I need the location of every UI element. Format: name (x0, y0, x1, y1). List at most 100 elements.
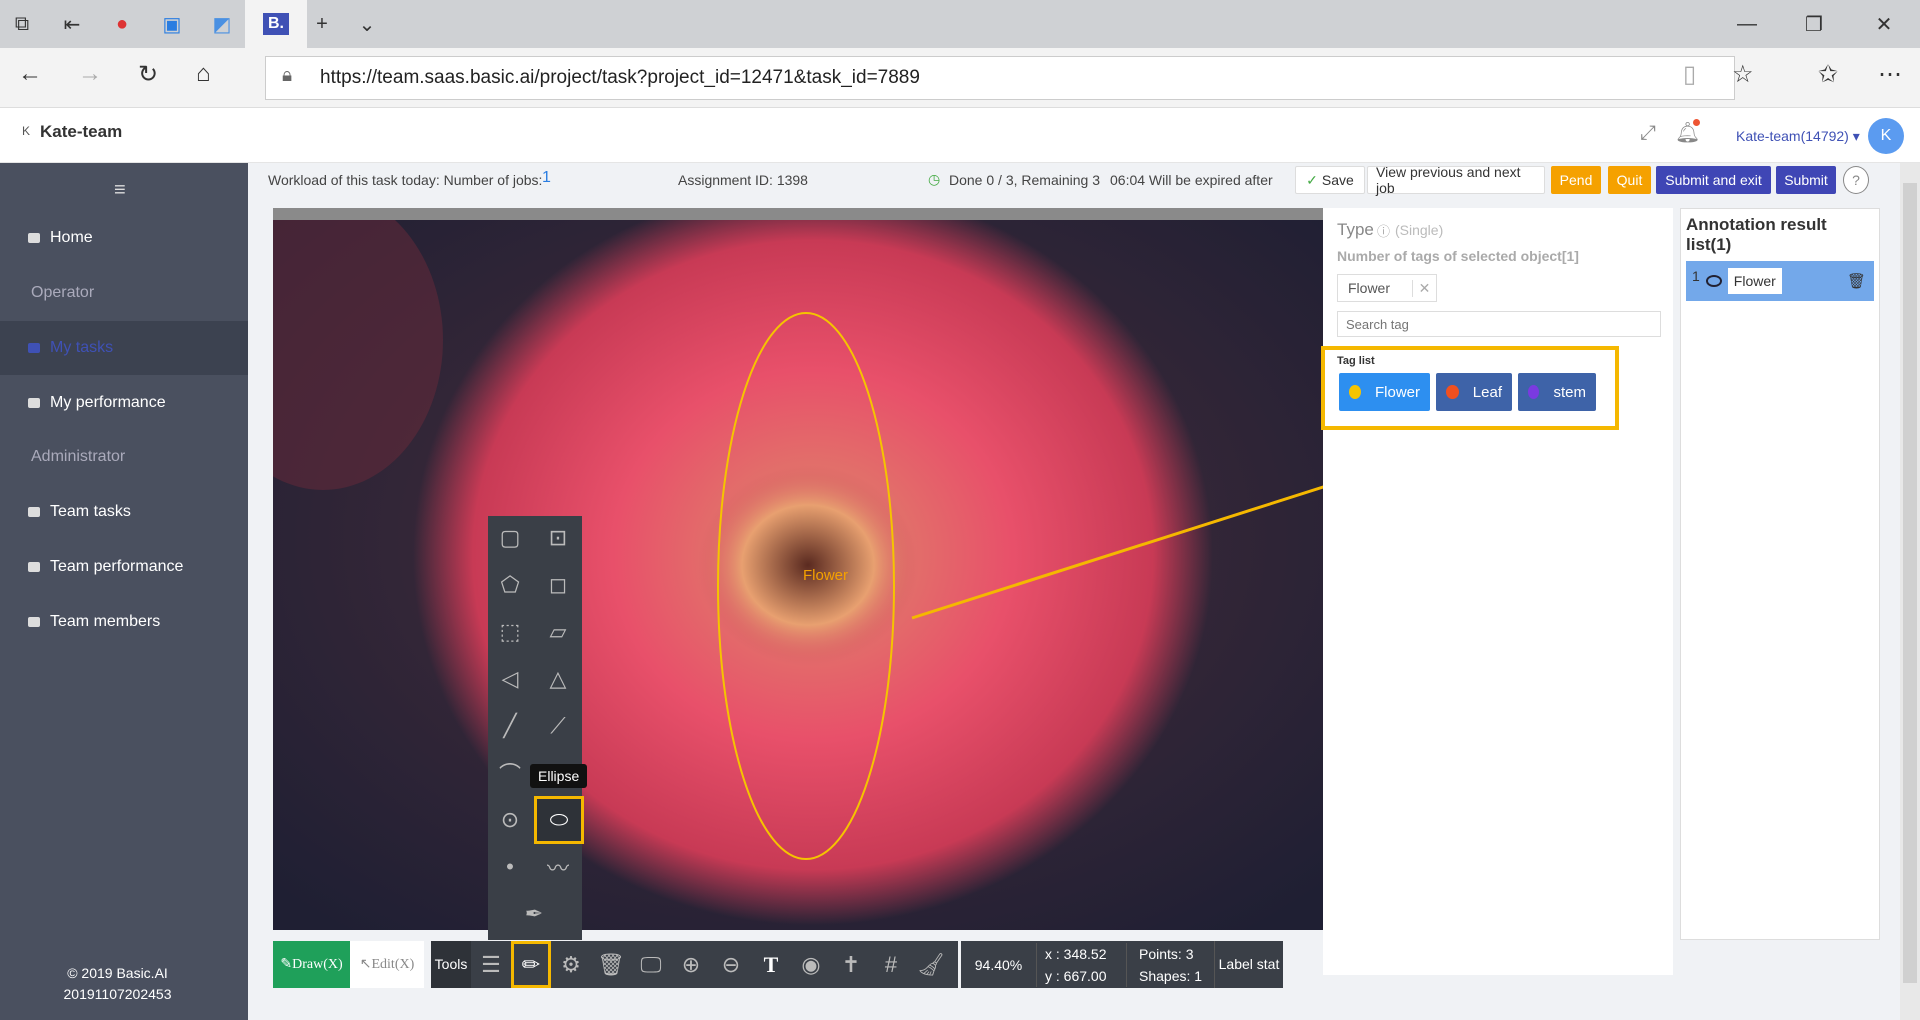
help-icon[interactable]: ? (1843, 166, 1869, 194)
tag-color-dot (1446, 385, 1459, 399)
sidebar-item-team-performance[interactable]: Team performance (0, 540, 248, 594)
tag-stem[interactable]: stem (1518, 373, 1596, 411)
annotation-label: Flower (803, 567, 848, 584)
circle-tool-icon[interactable]: ⊙ (492, 802, 528, 838)
save-button[interactable]: ✓ Save (1295, 166, 1365, 194)
url-input[interactable]: https://team.saas.basic.ai/project/task?… (265, 56, 1735, 100)
minimize-icon[interactable]: — (1725, 0, 1769, 48)
label-stat-button[interactable]: Label stat (1214, 941, 1283, 988)
pend-button[interactable]: Pend (1551, 166, 1601, 194)
text-icon[interactable]: T (751, 941, 791, 988)
tab-3[interactable]: ◩ (200, 0, 244, 48)
x-coord: x : 348.52 (1045, 945, 1107, 962)
curve-tool-icon[interactable]: ⌒ (492, 755, 528, 791)
point-rect-tool-icon[interactable]: ⊡ (540, 520, 576, 556)
quit-button[interactable]: Quit (1608, 166, 1651, 194)
annotation-canvas[interactable]: Flower (273, 208, 1323, 930)
tab-actions-icon[interactable]: ⧉ (0, 0, 44, 48)
reading-view-icon[interactable]: ▯ (1683, 60, 1696, 89)
tab-list-chevron-icon[interactable]: ⌄ (345, 0, 389, 48)
status-group: 94.40% x : 348.52 y : 667.00 Points: 3 Sha… (961, 941, 1283, 988)
tag-flower[interactable]: Flower (1339, 373, 1430, 411)
perspective-tool-icon[interactable]: ▱ (540, 614, 576, 650)
settings-sliders-icon[interactable]: ☰ (471, 941, 511, 988)
sidebar-item-my-performance[interactable]: My performance (0, 376, 248, 430)
search-tag-input[interactable] (1337, 311, 1661, 337)
lock-icon: 🔒︎ (282, 65, 293, 86)
zoom-in-icon[interactable]: ⊕ (671, 941, 711, 988)
submit-button[interactable]: Submit (1776, 166, 1836, 194)
polyline-tool-icon[interactable]: ⟋ (540, 708, 576, 744)
home-icon[interactable]: ⌂ (196, 60, 211, 88)
result-label[interactable]: Flower (1727, 268, 1782, 294)
restore-icon[interactable]: ❐ (1792, 0, 1836, 48)
menu-toggle-icon[interactable]: ≡ (114, 179, 126, 202)
more-icon[interactable]: ⋯ (1878, 60, 1902, 89)
pencil-icon[interactable]: ✏ (511, 941, 551, 988)
view-previous-next-button[interactable]: View previous and next job (1367, 164, 1545, 196)
quad-tool-icon[interactable]: ◻ (540, 567, 576, 603)
gear-icon[interactable]: ⚙ (551, 941, 591, 988)
fullscreen-icon[interactable]: ⤢ (1640, 122, 1656, 145)
address-bar-row: ← → ↻ ⌂ https://team.saas.basic.ai/proje… (0, 48, 1920, 108)
tag-leaf[interactable]: Leaf (1436, 373, 1512, 411)
close-window-icon[interactable]: ✕ (1862, 0, 1906, 48)
assignment-id: Assignment ID: 1398 (678, 172, 808, 188)
tooltip: Ellipse (530, 764, 588, 788)
draw-mode-button[interactable]: ✎ Draw(X) (273, 941, 350, 988)
refresh-icon[interactable]: ↻ (138, 60, 158, 89)
monitor-icon[interactable]: 🖵 (631, 941, 671, 988)
copyright: © 2019 Basic.AI (67, 965, 168, 981)
page-scrollbar[interactable] (1900, 163, 1920, 1020)
avatar[interactable]: K (1868, 118, 1904, 154)
tab-active[interactable]: B. (245, 0, 307, 48)
browser-tab-bar: ⧉ ⇤ ● ▣ ◩ B. + ⌄ — ❐ ✕ (0, 0, 1920, 48)
y-coord: y : 667.00 (1045, 967, 1107, 984)
folder-icon (28, 507, 40, 517)
back-icon[interactable]: ← (18, 60, 42, 88)
sidebar-item-home[interactable]: Home (0, 211, 248, 265)
tab-2[interactable]: ▣ (150, 0, 194, 48)
sidebar-item-team-tasks[interactable]: Team tasks (0, 485, 248, 539)
eye-icon[interactable]: ◉ (791, 941, 831, 988)
help-icon[interactable]: ⓘ (1377, 221, 1390, 240)
user-menu[interactable]: Kate-team(14792) ▾ (1736, 128, 1860, 145)
pen-tool-icon[interactable]: ✒ (516, 896, 552, 932)
shape-tool-palette: ▢ ⊡ ⬠ ◻ ⬚ ▱ ◁ △ ╱ ⟋ ⌒ ⊙ ⬭ • 〰 ✒ (488, 516, 584, 940)
home-icon (28, 233, 40, 243)
app-header: K Kate-team ⤢ 🔔︎ Kate-team(14792) ▾ K (0, 108, 1920, 163)
flower-image: Flower (273, 220, 1323, 930)
favorites-icon[interactable]: ✩ (1818, 60, 1838, 89)
remove-tag-icon[interactable]: ✕ (1412, 279, 1436, 297)
rectangle-tool-icon[interactable]: ▢ (492, 520, 528, 556)
triangle-tool-icon[interactable]: △ (540, 661, 576, 697)
team-name: Kate-team (40, 122, 123, 141)
zoom-out-icon[interactable]: ⊖ (711, 941, 751, 988)
dot-tool-icon[interactable]: • (492, 849, 528, 885)
timer-icon: ◷ (928, 171, 941, 187)
trash-icon[interactable]: 🗑︎ (1847, 272, 1866, 290)
submit-and-exit-button[interactable]: Submit and exit (1656, 166, 1771, 194)
tab-back-icon[interactable]: ⇤ (50, 0, 94, 48)
brush-icon[interactable]: 🧹︎ (911, 941, 951, 988)
favorite-star-icon[interactable]: ☆ (1732, 60, 1754, 89)
trash-icon[interactable]: 🗑︎ (591, 941, 631, 988)
freehand-tool-icon[interactable]: 〰 (540, 849, 576, 885)
forward-icon[interactable]: → (78, 60, 102, 88)
tab-1[interactable]: ● (100, 0, 144, 48)
line-tool-icon[interactable]: ╱ (492, 708, 528, 744)
ellipse-tool-icon[interactable]: ⬭ (534, 796, 584, 844)
result-list-title: Annotation result list(1) (1686, 215, 1827, 254)
new-tab-icon[interactable]: + (300, 0, 344, 48)
grid-icon[interactable]: # (871, 941, 911, 988)
sidebar-item-my-tasks[interactable]: My tasks (0, 321, 248, 375)
cuboid-tool-icon[interactable]: ⬚ (492, 614, 528, 650)
expire-text: 06:04 Will be expired after (1110, 172, 1273, 188)
result-item[interactable]: 1 Flower 🗑︎ (1686, 261, 1874, 301)
polygon-tool-icon[interactable]: ⬠ (492, 567, 528, 603)
trapezoid-tool-icon[interactable]: ◁ (492, 661, 528, 697)
edit-mode-button[interactable]: ↖ Edit(X) (350, 941, 424, 988)
crosshair-icon[interactable]: ✝ (831, 941, 871, 988)
sidebar-item-team-members[interactable]: Team members (0, 595, 248, 649)
tag-color-dot (1349, 385, 1361, 399)
